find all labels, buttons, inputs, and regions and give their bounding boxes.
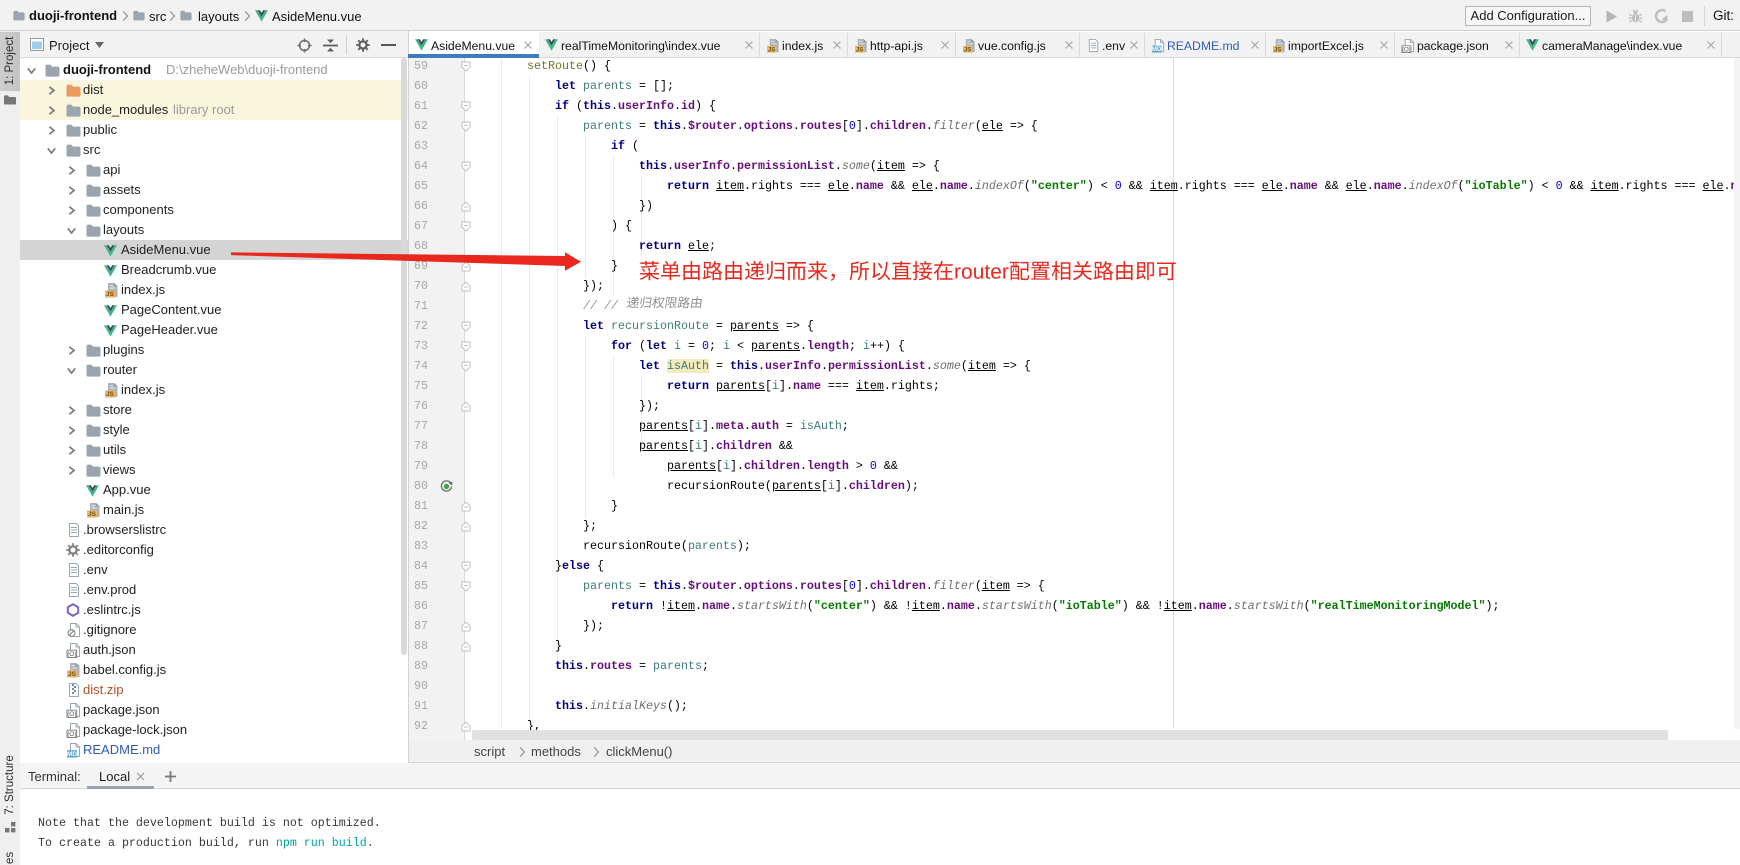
svg-text:{O}: {O} xyxy=(67,731,77,738)
svg-text:JS: JS xyxy=(856,46,863,53)
svg-text:JS: JS xyxy=(68,671,77,678)
svg-text:JS: JS xyxy=(768,46,775,53)
svg-text:JS: JS xyxy=(1274,46,1281,53)
svg-text:JS: JS xyxy=(964,46,971,53)
svg-text:{O}: {O} xyxy=(1402,46,1411,53)
svg-text:MD: MD xyxy=(67,751,77,758)
svg-text:MD: MD xyxy=(1152,46,1162,53)
svg-text:JS: JS xyxy=(88,511,97,518)
svg-text:JS: JS xyxy=(106,291,115,298)
svg-text:{O}: {O} xyxy=(67,651,77,658)
svg-text:JS: JS xyxy=(106,391,115,398)
svg-text:{O}: {O} xyxy=(67,711,77,718)
